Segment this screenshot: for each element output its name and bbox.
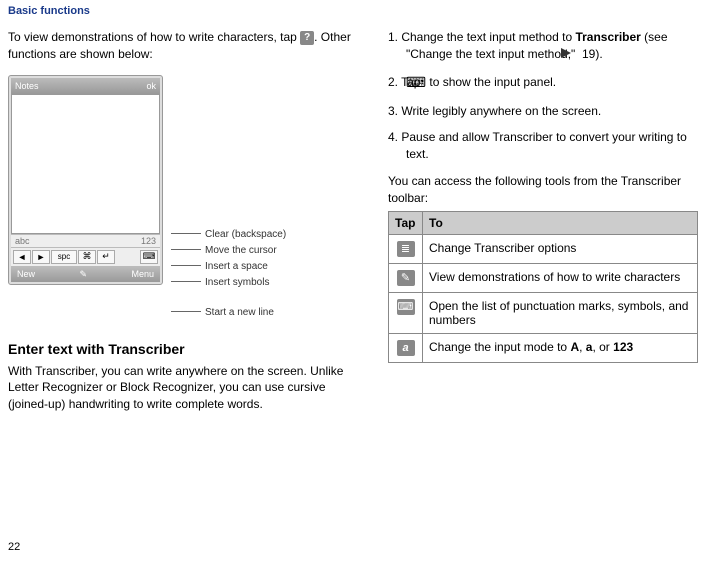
- arrow-right-icon: ►: [32, 250, 50, 264]
- input-mode-icon: a: [397, 340, 415, 356]
- annotation-newline: Start a new line: [171, 305, 286, 321]
- return-icon: ↵: [97, 250, 115, 264]
- page-number: 22: [8, 541, 20, 553]
- step-4: 4. Pause and allow Transcriber to conver…: [388, 129, 698, 163]
- table-row: a Change the input mode to A, a, or 123: [389, 333, 698, 362]
- r4-mid2: , or: [592, 340, 613, 354]
- device-modebar: abc 123: [11, 234, 160, 247]
- table-header-row: Tap To: [389, 211, 698, 234]
- intro-paragraph: To view demonstrations of how to write c…: [8, 29, 358, 63]
- pen-icon: ✎: [79, 269, 87, 280]
- step-1: 1. Change the text input method to Trans…: [388, 29, 698, 63]
- subheading-transcriber: Enter text with Transcriber: [8, 341, 358, 357]
- device-bottombar: New ✎ Menu: [11, 267, 160, 282]
- tool-icon-cell: ✎: [389, 263, 423, 292]
- arrow-left-icon: ◄: [13, 250, 31, 264]
- punctuation-icon: ⌨: [397, 299, 415, 315]
- device-toolbar: ◄ ► spc ⌘ ↵ ⌨: [11, 247, 160, 267]
- device-titlebar: Notes ok: [11, 78, 160, 94]
- annotation-clear: Clear (backspace): [171, 227, 286, 243]
- question-icon: ?: [300, 31, 314, 45]
- device-figure: Notes ok abc 123 ◄ ► spc ⌘ ↵ ⌨ New: [8, 75, 358, 321]
- step-2: 2. Tap ⌨ to show the input panel.: [388, 73, 698, 93]
- table-row: ✎ View demonstrations of how to write ch…: [389, 263, 698, 292]
- demo-icon: ✎: [397, 270, 415, 286]
- annotation-space: Insert a space: [171, 259, 286, 275]
- section-header: Basic functions: [0, 0, 718, 29]
- tool-desc: Open the list of punctuation marks, symb…: [423, 292, 698, 333]
- transcriber-body: With Transcriber, you can write anywhere…: [8, 363, 358, 413]
- right-column: 1. Change the text input method to Trans…: [388, 29, 698, 413]
- steps-list: 1. Change the text input method to Trans…: [388, 29, 698, 163]
- mode-abc: abc: [15, 236, 30, 246]
- r4-b3: 123: [613, 340, 633, 354]
- step1-before: 1. Change the text input method to: [388, 30, 575, 44]
- tool-desc: Change the input mode to A, a, or 123: [423, 333, 698, 362]
- menu-button-label: Menu: [131, 269, 154, 280]
- annotation-symbols: Insert symbols: [171, 275, 286, 291]
- r4-before: Change the input mode to: [429, 340, 570, 354]
- device-ok: ok: [146, 81, 156, 91]
- r4-mid1: ,: [579, 340, 586, 354]
- left-column: To view demonstrations of how to write c…: [8, 29, 388, 413]
- mode-123: 123: [141, 236, 156, 246]
- tools-intro: You can access the following tools from …: [388, 173, 698, 207]
- tool-desc: Change Transcriber options: [423, 234, 698, 263]
- new-button-label: New: [17, 269, 35, 280]
- th-to: To: [423, 211, 698, 234]
- symbol-button: ⌘: [78, 250, 96, 264]
- intro-text-before: To view demonstrations of how to write c…: [8, 30, 300, 44]
- r4-b1: A: [570, 340, 579, 354]
- table-row: ⌨ Open the list of punctuation marks, sy…: [389, 292, 698, 333]
- device-mockup: Notes ok abc 123 ◄ ► spc ⌘ ↵ ⌨ New: [8, 75, 163, 285]
- callout-annotations: Clear (backspace) Move the cursor Insert…: [163, 75, 286, 321]
- device-screen: [11, 94, 160, 234]
- step-3: 3. Write legibly anywhere on the screen.: [388, 103, 698, 120]
- tool-icon-cell: ⌨: [389, 292, 423, 333]
- device-title: Notes: [15, 81, 39, 91]
- step2-after: to show the input panel.: [426, 75, 556, 89]
- options-icon: ≣: [397, 241, 415, 257]
- step1-bold: Transcriber: [575, 30, 640, 44]
- table-row: ≣ Change Transcriber options: [389, 234, 698, 263]
- th-tap: Tap: [389, 211, 423, 234]
- tool-desc: View demonstrations of how to write char…: [423, 263, 698, 292]
- annotation-cursor: Move the cursor: [171, 243, 286, 259]
- transcriber-tools-table: Tap To ≣ Change Transcriber options ✎ Vi…: [388, 211, 698, 363]
- tool-icon-cell: a: [389, 333, 423, 362]
- space-button: spc: [51, 250, 77, 264]
- step1-ref: 19).: [579, 47, 603, 61]
- keyboard-toggle-icon: ⌨: [140, 250, 158, 264]
- tool-icon-cell: ≣: [389, 234, 423, 263]
- two-column-layout: To view demonstrations of how to write c…: [0, 29, 718, 413]
